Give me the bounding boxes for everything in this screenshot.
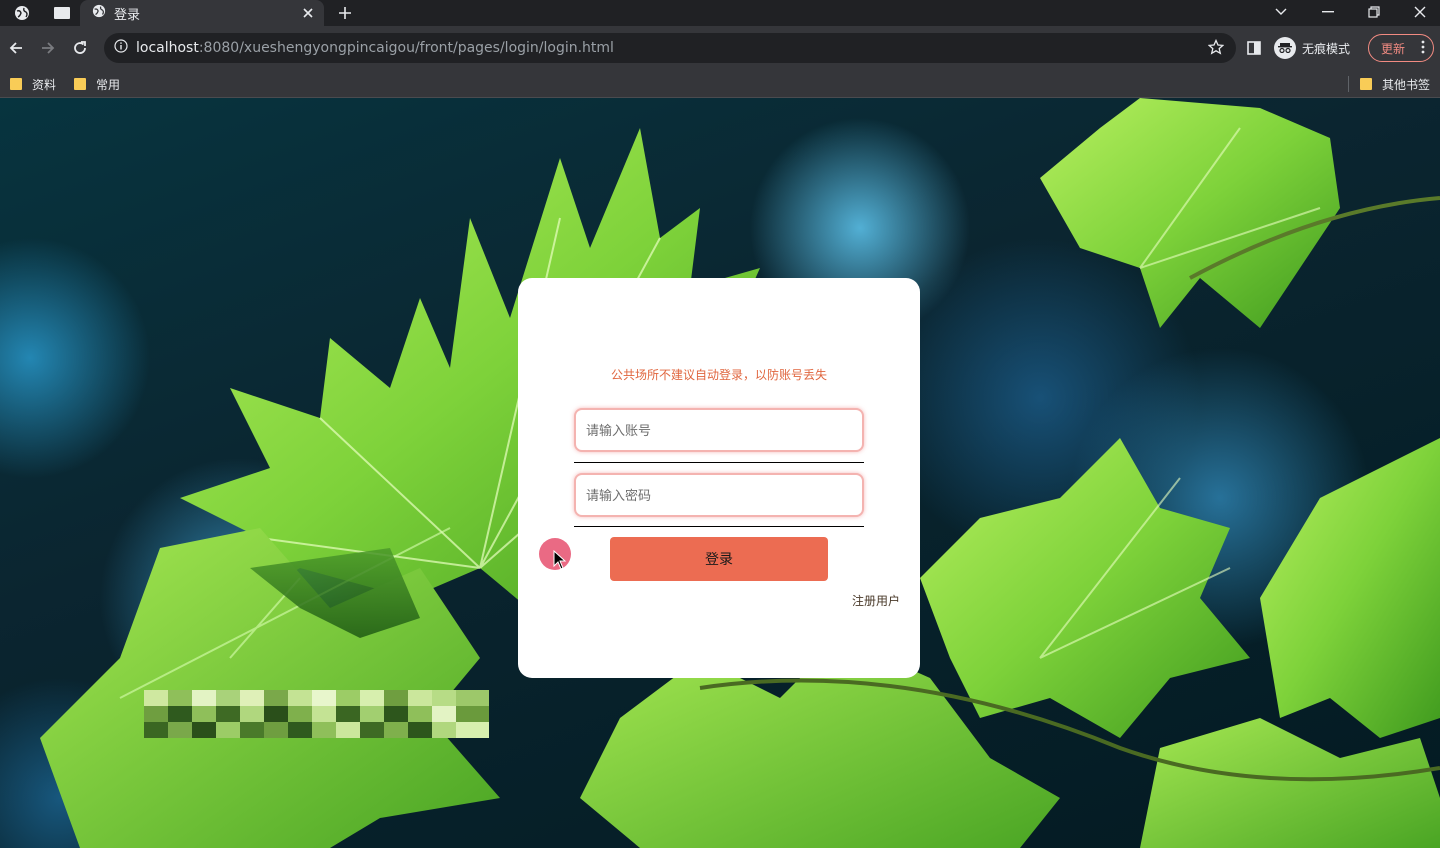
folder-icon (1360, 78, 1372, 90)
back-icon[interactable] (4, 36, 28, 60)
login-button[interactable]: 登录 (610, 537, 828, 581)
login-card: 公共场所不建议自动登录，以防账号丢失 登录 注册用户 (518, 278, 920, 678)
incognito-label: 无痕模式 (1302, 41, 1351, 56)
folder-icon (74, 78, 86, 90)
more-menu-icon[interactable] (1421, 40, 1425, 57)
auto-login-warning: 公共场所不建议自动登录，以防账号丢失 (610, 368, 827, 382)
password-input[interactable] (574, 473, 864, 517)
new-tab-button[interactable] (334, 2, 356, 24)
window-close-icon[interactable] (1397, 0, 1440, 24)
folder-icon (10, 78, 22, 90)
other-bookmarks[interactable]: 其他书签 (1360, 74, 1430, 94)
tab-list-chevron-icon[interactable] (1258, 0, 1304, 24)
reload-icon[interactable] (68, 36, 92, 60)
incognito-indicator[interactable]: 无痕模式 (1274, 35, 1350, 61)
tab-strip: 登录 (0, 0, 1440, 26)
side-panel-icon[interactable] (1244, 38, 1264, 58)
bookmark-label: 常用 (96, 77, 121, 92)
password-underline (574, 526, 864, 527)
register-link[interactable]: 注册用户 (852, 592, 900, 609)
username-underline (574, 462, 864, 463)
mouse-cursor-icon (553, 550, 567, 570)
browser-toolbar: localhost:8080/xueshengyongpincaigou/fro… (0, 26, 1440, 70)
bookmark-folder[interactable]: 资料 (10, 74, 56, 94)
info-icon[interactable] (114, 39, 128, 57)
minimize-icon[interactable] (1305, 0, 1351, 24)
username-input[interactable] (574, 408, 864, 452)
address-bar[interactable]: localhost:8080/xueshengyongpincaigou/fro… (104, 33, 1236, 63)
globe-icon[interactable] (4, 0, 40, 26)
url-path: :8080/xueshengyongpincaigou/front/pages/… (198, 40, 614, 56)
bookmarks-bar: 资料 常用 其他书签 (0, 70, 1440, 98)
restore-icon[interactable] (1351, 0, 1397, 24)
close-icon[interactable] (298, 3, 318, 23)
bookmark-star-icon[interactable] (1207, 38, 1225, 59)
tab-search-icon[interactable] (44, 0, 80, 26)
page-viewport: 公共场所不建议自动登录，以防账号丢失 登录 注册用户 (0, 98, 1440, 848)
incognito-icon (1274, 37, 1296, 59)
tab-active[interactable]: 登录 (80, 0, 324, 26)
forward-icon[interactable] (36, 36, 60, 60)
update-button[interactable]: 更新 (1368, 34, 1434, 62)
tab-title: 登录 (114, 7, 141, 23)
bookmark-folder[interactable]: 常用 (74, 74, 120, 94)
other-bookmarks-label: 其他书签 (1382, 77, 1431, 92)
bookmark-label: 资料 (32, 77, 57, 92)
globe-icon (92, 4, 106, 22)
bookmark-divider (1348, 76, 1349, 92)
update-label: 更新 (1381, 41, 1406, 56)
pixelated-watermark (144, 690, 489, 738)
url-host: localhost (136, 40, 199, 56)
